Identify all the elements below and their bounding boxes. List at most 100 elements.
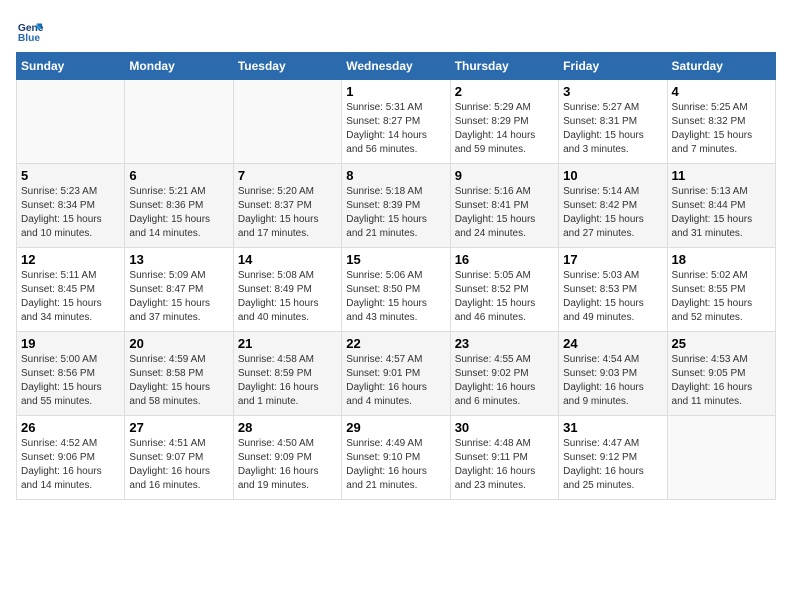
calendar-cell: 23 Sunrise: 4:55 AM Sunset: 9:02 PM Dayli…	[450, 332, 558, 416]
day-info: Sunrise: 5:08 AM Sunset: 8:49 PM Dayligh…	[238, 269, 337, 325]
day-number: 21	[238, 336, 337, 351]
logo-icon: General Blue	[16, 16, 44, 44]
weekday-header-sunday: Sunday	[17, 53, 125, 80]
day-number: 19	[21, 336, 120, 351]
day-number: 23	[455, 336, 554, 351]
day-number: 10	[563, 168, 662, 183]
day-info: Sunrise: 4:58 AM Sunset: 8:59 PM Dayligh…	[238, 353, 337, 409]
calendar-cell: 14 Sunrise: 5:08 AM Sunset: 8:49 PM Dayli…	[233, 248, 341, 332]
day-info: Sunrise: 5:23 AM Sunset: 8:34 PM Dayligh…	[21, 185, 120, 241]
calendar-cell: 8 Sunrise: 5:18 AM Sunset: 8:39 PM Daylig…	[342, 164, 450, 248]
calendar-cell: 26 Sunrise: 4:52 AM Sunset: 9:06 PM Dayli…	[17, 416, 125, 500]
day-info: Sunrise: 5:03 AM Sunset: 8:53 PM Dayligh…	[563, 269, 662, 325]
day-number: 24	[563, 336, 662, 351]
day-number: 15	[346, 252, 445, 267]
logo: General Blue	[16, 16, 48, 44]
calendar-cell	[667, 416, 775, 500]
calendar-cell: 1Sunrise: 5:31 AM Sunset: 8:27 PM Daylig…	[342, 80, 450, 164]
calendar-cell: 24 Sunrise: 4:54 AM Sunset: 9:03 PM Dayli…	[559, 332, 667, 416]
day-info: Sunrise: 5:09 AM Sunset: 8:47 PM Dayligh…	[129, 269, 228, 325]
day-info: Sunrise: 5:00 AM Sunset: 8:56 PM Dayligh…	[21, 353, 120, 409]
day-info: Sunrise: 4:50 AM Sunset: 9:09 PM Dayligh…	[238, 437, 337, 493]
day-number: 29	[346, 420, 445, 435]
day-number: 25	[672, 336, 771, 351]
day-number: 22	[346, 336, 445, 351]
calendar-cell: 11 Sunrise: 5:13 AM Sunset: 8:44 PM Dayli…	[667, 164, 775, 248]
calendar-cell: 19 Sunrise: 5:00 AM Sunset: 8:56 PM Dayli…	[17, 332, 125, 416]
calendar-cell: 7Sunrise: 5:20 AM Sunset: 8:37 PM Daylig…	[233, 164, 341, 248]
day-info: Sunrise: 5:27 AM Sunset: 8:31 PM Dayligh…	[563, 101, 662, 157]
day-info: Sunrise: 4:59 AM Sunset: 8:58 PM Dayligh…	[129, 353, 228, 409]
calendar-cell: 29Sunrise: 4:49 AM Sunset: 9:10 PM Dayli…	[342, 416, 450, 500]
day-number: 17	[563, 252, 662, 267]
calendar-cell: 2 Sunrise: 5:29 AM Sunset: 8:29 PM Daylig…	[450, 80, 558, 164]
day-info: Sunrise: 4:51 AM Sunset: 9:07 PM Dayligh…	[129, 437, 228, 493]
day-number: 27	[129, 420, 228, 435]
day-number: 26	[21, 420, 120, 435]
day-info: Sunrise: 5:05 AM Sunset: 8:52 PM Dayligh…	[455, 269, 554, 325]
weekday-header-saturday: Saturday	[667, 53, 775, 80]
day-info: Sunrise: 4:52 AM Sunset: 9:06 PM Dayligh…	[21, 437, 120, 493]
calendar-cell: 27 Sunrise: 4:51 AM Sunset: 9:07 PM Dayli…	[125, 416, 233, 500]
day-info: Sunrise: 5:16 AM Sunset: 8:41 PM Dayligh…	[455, 185, 554, 241]
calendar-cell: 28 Sunrise: 4:50 AM Sunset: 9:09 PM Dayli…	[233, 416, 341, 500]
day-number: 20	[129, 336, 228, 351]
calendar-cell: 17 Sunrise: 5:03 AM Sunset: 8:53 PM Dayli…	[559, 248, 667, 332]
calendar-cell: 9 Sunrise: 5:16 AM Sunset: 8:41 PM Daylig…	[450, 164, 558, 248]
calendar-cell: 20 Sunrise: 4:59 AM Sunset: 8:58 PM Dayli…	[125, 332, 233, 416]
day-info: Sunrise: 4:53 AM Sunset: 9:05 PM Dayligh…	[672, 353, 771, 409]
weekday-header-thursday: Thursday	[450, 53, 558, 80]
calendar-cell: 31Sunrise: 4:47 AM Sunset: 9:12 PM Dayli…	[559, 416, 667, 500]
calendar-table: SundayMondayTuesdayWednesdayThursdayFrid…	[16, 52, 776, 500]
weekday-header-tuesday: Tuesday	[233, 53, 341, 80]
day-number: 12	[21, 252, 120, 267]
calendar-week-row: 5 Sunrise: 5:23 AM Sunset: 8:34 PM Daylig…	[17, 164, 776, 248]
day-info: Sunrise: 5:29 AM Sunset: 8:29 PM Dayligh…	[455, 101, 554, 157]
day-info: Sunrise: 5:21 AM Sunset: 8:36 PM Dayligh…	[129, 185, 228, 241]
day-info: Sunrise: 4:57 AM Sunset: 9:01 PM Dayligh…	[346, 353, 445, 409]
day-number: 31	[563, 420, 662, 435]
calendar-cell	[17, 80, 125, 164]
day-info: Sunrise: 5:18 AM Sunset: 8:39 PM Dayligh…	[346, 185, 445, 241]
day-number: 13	[129, 252, 228, 267]
calendar-cell: 25 Sunrise: 4:53 AM Sunset: 9:05 PM Dayli…	[667, 332, 775, 416]
calendar-cell: 18 Sunrise: 5:02 AM Sunset: 8:55 PM Dayli…	[667, 248, 775, 332]
day-info: Sunrise: 4:54 AM Sunset: 9:03 PM Dayligh…	[563, 353, 662, 409]
calendar-cell: 5 Sunrise: 5:23 AM Sunset: 8:34 PM Daylig…	[17, 164, 125, 248]
day-number: 28	[238, 420, 337, 435]
calendar-cell: 16 Sunrise: 5:05 AM Sunset: 8:52 PM Dayli…	[450, 248, 558, 332]
calendar-cell: 30Sunrise: 4:48 AM Sunset: 9:11 PM Dayli…	[450, 416, 558, 500]
day-number: 5	[21, 168, 120, 183]
weekday-header-friday: Friday	[559, 53, 667, 80]
calendar-cell: 13 Sunrise: 5:09 AM Sunset: 8:47 PM Dayli…	[125, 248, 233, 332]
day-info: Sunrise: 5:14 AM Sunset: 8:42 PM Dayligh…	[563, 185, 662, 241]
day-number: 7	[238, 168, 337, 183]
day-number: 14	[238, 252, 337, 267]
calendar-cell: 3Sunrise: 5:27 AM Sunset: 8:31 PM Daylig…	[559, 80, 667, 164]
day-number: 11	[672, 168, 771, 183]
calendar-week-row: 19 Sunrise: 5:00 AM Sunset: 8:56 PM Dayli…	[17, 332, 776, 416]
day-number: 8	[346, 168, 445, 183]
day-info: Sunrise: 5:02 AM Sunset: 8:55 PM Dayligh…	[672, 269, 771, 325]
day-info: Sunrise: 4:55 AM Sunset: 9:02 PM Dayligh…	[455, 353, 554, 409]
calendar-cell	[233, 80, 341, 164]
svg-text:Blue: Blue	[18, 33, 41, 44]
day-number: 9	[455, 168, 554, 183]
day-number: 2	[455, 84, 554, 99]
day-number: 18	[672, 252, 771, 267]
page-header: General Blue	[16, 16, 776, 44]
calendar-week-row: 12 Sunrise: 5:11 AM Sunset: 8:45 PM Dayli…	[17, 248, 776, 332]
day-info: Sunrise: 5:13 AM Sunset: 8:44 PM Dayligh…	[672, 185, 771, 241]
calendar-cell	[125, 80, 233, 164]
weekday-header-monday: Monday	[125, 53, 233, 80]
day-number: 30	[455, 420, 554, 435]
day-info: Sunrise: 5:11 AM Sunset: 8:45 PM Dayligh…	[21, 269, 120, 325]
calendar-cell: 12 Sunrise: 5:11 AM Sunset: 8:45 PM Dayli…	[17, 248, 125, 332]
calendar-week-row: 26 Sunrise: 4:52 AM Sunset: 9:06 PM Dayli…	[17, 416, 776, 500]
day-number: 16	[455, 252, 554, 267]
calendar-cell: 22 Sunrise: 4:57 AM Sunset: 9:01 PM Dayli…	[342, 332, 450, 416]
calendar-week-row: 1Sunrise: 5:31 AM Sunset: 8:27 PM Daylig…	[17, 80, 776, 164]
calendar-cell: 4Sunrise: 5:25 AM Sunset: 8:32 PM Daylig…	[667, 80, 775, 164]
day-info: Sunrise: 5:06 AM Sunset: 8:50 PM Dayligh…	[346, 269, 445, 325]
day-number: 1	[346, 84, 445, 99]
